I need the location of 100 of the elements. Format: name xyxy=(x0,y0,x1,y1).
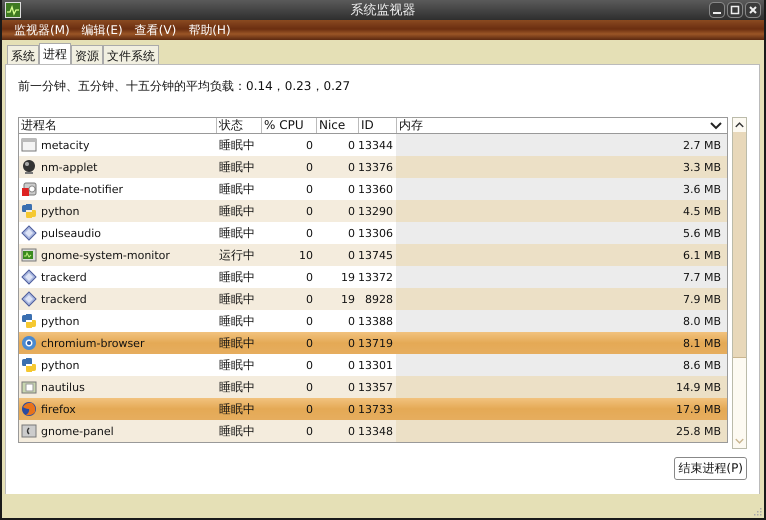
cpu-cell-text: 0 xyxy=(305,424,314,440)
cpu-cell-text: 10 xyxy=(298,248,314,264)
nice-cell-text: 0 xyxy=(347,226,356,242)
process-row[interactable]: python 睡眠中 0 0 13388 8.0 MB xyxy=(19,310,727,332)
scrollbar[interactable] xyxy=(732,117,747,449)
id-cell-text: 13357 xyxy=(358,380,394,396)
process-name: nm-applet xyxy=(41,160,98,174)
status-cell-text: 睡眠中 xyxy=(218,224,256,242)
process-row[interactable]: gnome-panel 睡眠中 0 0 13348 25.8 MB xyxy=(19,420,727,442)
process-row[interactable]: pulseaudio 睡眠中 0 0 13306 5.6 MB xyxy=(19,222,727,244)
column-header[interactable]: 内存 xyxy=(396,118,727,133)
process-name: trackerd xyxy=(41,292,87,306)
diamond-icon xyxy=(21,269,37,285)
id-cell-text: 13360 xyxy=(358,182,394,198)
nice-cell-text: 0 xyxy=(347,160,356,176)
nice-cell-text: 0 xyxy=(347,248,356,264)
status-cell-text: 睡眠中 xyxy=(218,290,256,308)
snake-icon xyxy=(21,203,37,219)
cpu-cell-text: 0 xyxy=(305,270,314,286)
memory-cell: 5.6 MB xyxy=(396,222,727,244)
process-name: python xyxy=(41,358,80,372)
memory-cell: 3.6 MB xyxy=(396,178,727,200)
menu-item[interactable]: 监视器(M) xyxy=(8,22,76,38)
nice-cell-text: 0 xyxy=(347,358,356,374)
process-row[interactable]: python 睡眠中 0 0 13290 4.5 MB xyxy=(19,200,727,222)
column-header[interactable]: ID xyxy=(358,118,396,133)
status-cell-text: 睡眠中 xyxy=(218,158,256,176)
process-name: python xyxy=(41,204,80,218)
scroll-thumb[interactable] xyxy=(733,132,746,358)
id-cell-text: 13301 xyxy=(358,358,394,374)
id-cell-text: 8928 xyxy=(364,292,394,308)
process-row[interactable]: update-notifier 睡眠中 0 0 13360 3.6 MB xyxy=(19,178,727,200)
window-icon xyxy=(21,137,37,153)
status-cell-text: 睡眠中 xyxy=(218,136,256,154)
end-process-button[interactable]: 结束进程(P) xyxy=(674,457,747,480)
monitor-icon xyxy=(5,2,21,18)
process-row[interactable]: firefox 睡眠中 0 0 13733 17.9 MB xyxy=(19,398,727,420)
nice-cell-text: 0 xyxy=(347,204,356,220)
circle-icon xyxy=(21,335,37,351)
window-title: 系统监视器 xyxy=(350,2,416,19)
sphere-icon xyxy=(21,159,37,175)
nice-cell-text: 0 xyxy=(347,336,356,352)
id-cell-text: 13745 xyxy=(358,248,394,264)
process-row[interactable]: chromium-browser 睡眠中 0 0 13719 8.1 MB xyxy=(19,332,727,354)
id-cell-text: 13306 xyxy=(358,226,394,242)
column-header[interactable]: Nice xyxy=(316,118,358,133)
diamond-icon xyxy=(21,291,37,307)
tab[interactable]: 资源 xyxy=(71,45,103,64)
id-cell-text: 13388 xyxy=(358,314,394,330)
memory-cell: 8.6 MB xyxy=(396,354,727,376)
process-name: metacity xyxy=(41,138,90,152)
alert-icon xyxy=(21,181,37,197)
status-cell-text: 睡眠中 xyxy=(218,268,256,286)
id-cell-text: 13733 xyxy=(358,402,394,418)
nice-cell-text: 0 xyxy=(347,314,356,330)
memory-cell: 4.5 MB xyxy=(396,200,727,222)
nice-cell-text: 0 xyxy=(347,380,356,396)
memory-cell: 25.8 MB xyxy=(396,420,727,442)
column-header[interactable]: % CPU xyxy=(261,118,316,133)
process-row[interactable]: gnome-system-monitor 运行中 10 0 13745 6.1 MB xyxy=(19,244,727,266)
process-row[interactable]: trackerd 睡眠中 0 19 13372 7.7 MB xyxy=(19,266,727,288)
nice-cell-text: 0 xyxy=(347,138,356,154)
column-header[interactable]: 进程名 xyxy=(19,118,216,133)
menu-item[interactable]: 查看(V) xyxy=(128,22,182,38)
resize-grip-icon[interactable] xyxy=(752,506,762,516)
process-row[interactable]: python 睡眠中 0 0 13301 8.6 MB xyxy=(19,354,727,376)
memory-cell: 7.9 MB xyxy=(396,288,727,310)
cpu-cell-text: 0 xyxy=(305,292,314,308)
cpu-cell-text: 0 xyxy=(305,138,314,154)
panel-icon xyxy=(21,423,37,439)
load-average-text: 前一分钟、五分钟、十五分钟的平均负载：0.14，0.23，0.27 xyxy=(18,78,352,95)
close-icon[interactable] xyxy=(745,2,761,18)
process-row[interactable]: trackerd 睡眠中 0 19 8928 7.9 MB xyxy=(19,288,727,310)
maximize-icon[interactable] xyxy=(727,2,743,18)
snake-icon xyxy=(21,357,37,373)
cpu-cell-text: 0 xyxy=(305,182,314,198)
id-cell-text: 13719 xyxy=(358,336,394,352)
tab[interactable]: 系统 xyxy=(7,45,39,64)
tab[interactable]: 进程 xyxy=(39,43,71,64)
folder-icon xyxy=(21,379,37,395)
id-cell-text: 13344 xyxy=(358,138,394,154)
status-cell-text: 睡眠中 xyxy=(218,378,256,396)
cpu-cell-text: 0 xyxy=(305,380,314,396)
process-row[interactable]: nautilus 睡眠中 0 0 13357 14.9 MB xyxy=(19,376,727,398)
menu-item[interactable]: 编辑(E) xyxy=(76,22,129,38)
process-name: gnome-panel xyxy=(41,424,114,438)
process-row[interactable]: nm-applet 睡眠中 0 0 13376 3.3 MB xyxy=(19,156,727,178)
process-row[interactable]: metacity 睡眠中 0 0 13344 2.7 MB xyxy=(19,134,727,156)
menu-item[interactable]: 帮助(H) xyxy=(182,22,237,38)
id-cell-text: 13376 xyxy=(358,160,394,176)
status-cell-text: 运行中 xyxy=(218,246,256,264)
id-cell-text: 13290 xyxy=(358,204,394,220)
process-name: chromium-browser xyxy=(41,336,144,350)
tab[interactable]: 文件系统 xyxy=(103,45,159,64)
minimize-icon[interactable] xyxy=(709,2,725,18)
status-cell-text: 睡眠中 xyxy=(218,180,256,198)
cpu-cell-text: 0 xyxy=(305,314,314,330)
diamond-icon xyxy=(21,225,37,241)
column-header[interactable]: 状态 xyxy=(216,118,261,133)
sort-caret-icon xyxy=(710,122,722,130)
